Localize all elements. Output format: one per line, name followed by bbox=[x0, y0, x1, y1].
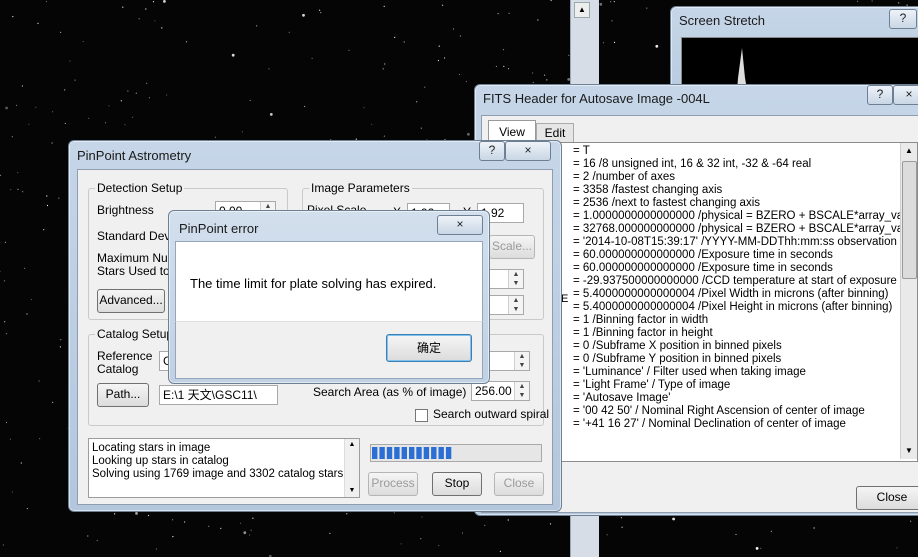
close-button[interactable]: Close bbox=[856, 486, 918, 510]
screen-stretch-title: Screen Stretch bbox=[679, 13, 765, 28]
background-window-scroll-up-icon: ▲ bbox=[574, 2, 590, 18]
image-parameters-legend: Image Parameters bbox=[309, 181, 412, 195]
progress-segment bbox=[394, 447, 400, 459]
help-icon[interactable]: ? bbox=[867, 85, 893, 105]
header-line: = 2536 /next to fastest changing axis bbox=[573, 197, 760, 209]
progress-segment bbox=[431, 447, 437, 459]
close-icon[interactable]: × bbox=[437, 215, 483, 235]
search-area-label: Search Area (as % of image) bbox=[313, 385, 467, 399]
mag-limit-spinner[interactable]: ▲ ▼ bbox=[514, 352, 529, 370]
key-gutter: E bbox=[561, 293, 571, 306]
scroll-up-icon[interactable]: ▲ bbox=[901, 143, 917, 159]
header-line: = 'Autosave Image' bbox=[573, 392, 671, 404]
progress-segment bbox=[409, 447, 415, 459]
help-icon[interactable]: ? bbox=[479, 141, 505, 161]
pinpoint-title: PinPoint Astrometry bbox=[77, 148, 192, 163]
header-line: = 0 /Subframe Y position in binned pixel… bbox=[573, 353, 782, 365]
error-dialog: PinPoint error × The time limit for plat… bbox=[168, 210, 490, 384]
catalog-label: Catalog bbox=[97, 362, 139, 376]
scroll-up-icon[interactable]: ▲ bbox=[345, 439, 359, 451]
log-lines: Locating stars in image Looking up stars … bbox=[92, 442, 343, 481]
scroll-down-icon[interactable]: ▼ bbox=[901, 443, 917, 459]
detection-setup-legend: Detection Setup bbox=[95, 181, 185, 195]
progress-segment bbox=[386, 447, 393, 459]
header-line: = T bbox=[573, 145, 590, 157]
header-line: = '2014-10-08T15:39:17' /YYYY-MM-DDThh:m… bbox=[573, 236, 918, 248]
progress-bar bbox=[370, 444, 542, 462]
path-button[interactable]: Path... bbox=[97, 383, 149, 407]
progress-segment bbox=[379, 447, 385, 459]
header-line: = 3358 /fastest changing axis bbox=[573, 184, 723, 196]
advanced-button[interactable]: Advanced... bbox=[97, 289, 165, 313]
help-icon[interactable]: ? bbox=[889, 9, 917, 29]
vertical-scrollbar[interactable]: ▲ ▼ bbox=[900, 143, 917, 459]
header-line: = -29.937500000000000 /CCD temperature a… bbox=[573, 275, 918, 287]
error-button-bar: 确定 bbox=[175, 321, 483, 379]
progress-segment bbox=[401, 447, 407, 459]
progress-segment bbox=[372, 447, 378, 459]
log-line: Locating stars in image bbox=[92, 442, 211, 454]
header-line: = 1 /Binning factor in width bbox=[573, 314, 709, 326]
close-icon[interactable]: × bbox=[505, 141, 551, 161]
header-line: = 0 /Subframe X position in binned pixel… bbox=[573, 340, 782, 352]
header-line: = '+41 16 27' / Nominal Declination of c… bbox=[573, 418, 846, 430]
header-line: = 'Light Frame' / Type of image bbox=[573, 379, 731, 391]
log-line: Looking up stars in catalog bbox=[92, 455, 229, 467]
scale-button[interactable]: Scale... bbox=[489, 235, 535, 259]
catalog-setup-legend: Catalog Setup bbox=[95, 327, 176, 341]
header-line: = 16 /8 unsigned int, 16 & 32 int, -32 &… bbox=[573, 158, 812, 170]
spinner[interactable]: ▲ ▼ bbox=[508, 270, 523, 288]
catalog-path-input[interactable]: E:\1 天文\GSC11\ bbox=[159, 385, 278, 405]
header-line: = 60.000000000000000 /Exposure time in s… bbox=[573, 262, 833, 274]
reference-label: Reference bbox=[97, 349, 153, 363]
outward-spiral-checkbox[interactable] bbox=[415, 409, 428, 422]
scroll-down-icon[interactable]: ▼ bbox=[345, 485, 359, 497]
process-button[interactable]: Process bbox=[368, 472, 418, 496]
header-line: = 1 /Binning factor in height bbox=[573, 327, 713, 339]
fits-header-title: FITS Header for Autosave Image -004L bbox=[483, 91, 710, 106]
progress-segment bbox=[438, 447, 444, 459]
header-line: = 2 /number of axes bbox=[573, 171, 675, 183]
header-line: = 32768.000000000000 /physical = BZERO +… bbox=[573, 223, 918, 235]
close-button[interactable]: Close bbox=[494, 472, 544, 496]
header-line: = 5.4000000000000004 /Pixel Height in mi… bbox=[573, 301, 893, 313]
search-area-value: 256.00 bbox=[475, 384, 512, 398]
header-line: = '00 42 50' / Nominal Right Ascension o… bbox=[573, 405, 865, 417]
header-line: = 'Luminance' / Filter used when taking … bbox=[573, 366, 806, 378]
search-area-spinner[interactable]: ▲ ▼ bbox=[514, 382, 529, 400]
spinner[interactable]: ▲ ▼ bbox=[508, 296, 523, 314]
error-dialog-title: PinPoint error bbox=[179, 221, 259, 236]
header-line: = 60.000000000000000 /Exposure time in s… bbox=[573, 249, 833, 261]
gutter-letter: E bbox=[561, 293, 569, 305]
brightness-label: Brightness bbox=[97, 203, 154, 217]
header-line: = 1.0000000000000000 /physical = BZERO +… bbox=[573, 210, 918, 222]
header-lines: = T = 16 /8 unsigned int, 16 & 32 int, -3… bbox=[573, 145, 918, 431]
log-scrollbar[interactable]: ▲ ▼ bbox=[344, 439, 359, 497]
stop-button[interactable]: Stop bbox=[432, 472, 482, 496]
close-icon[interactable]: × bbox=[893, 85, 918, 105]
log-line: Solving using 1769 image and 3302 catalo… bbox=[92, 468, 344, 480]
header-line: = 5.4000000000000004 /Pixel Width in mic… bbox=[573, 288, 889, 300]
progress-segment bbox=[445, 447, 452, 459]
error-message: The time limit for plate solving has exp… bbox=[190, 276, 437, 291]
error-body: The time limit for plate solving has exp… bbox=[175, 241, 483, 322]
outward-spiral-label: Search outward spiral bbox=[433, 407, 550, 421]
scroll-thumb[interactable] bbox=[902, 161, 917, 279]
progress-segment bbox=[416, 447, 422, 459]
progress-segment bbox=[423, 447, 430, 459]
search-area-input[interactable]: 256.00 ▲ ▼ bbox=[471, 381, 530, 401]
status-log: Locating stars in image Looking up stars … bbox=[88, 438, 360, 498]
ok-button[interactable]: 确定 bbox=[386, 334, 472, 362]
